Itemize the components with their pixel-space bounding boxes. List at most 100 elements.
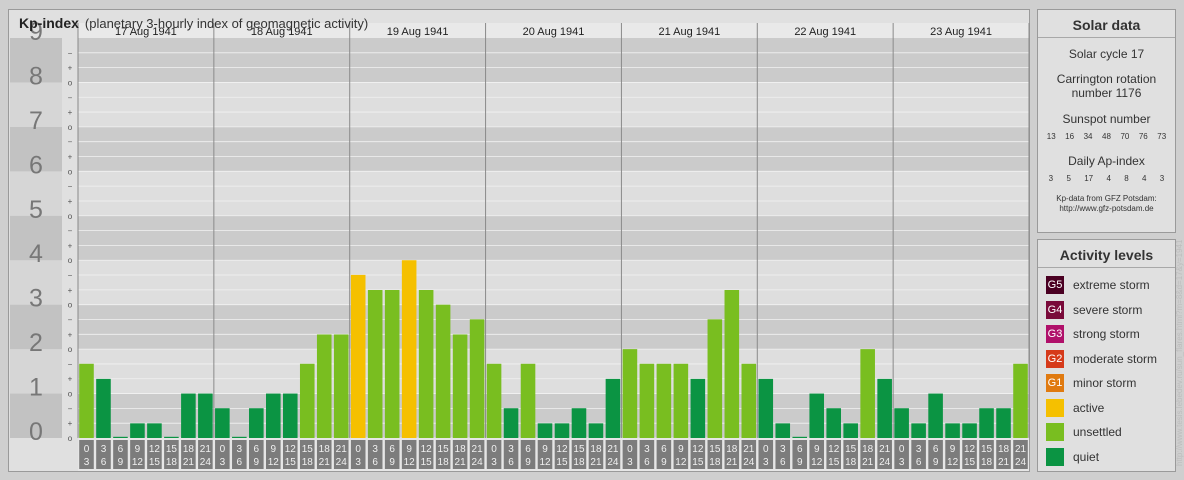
- interval-start-label: 21: [743, 444, 755, 455]
- interval-start-label: 6: [254, 444, 260, 455]
- day-label: 22 Aug 1941: [794, 26, 856, 38]
- kp-chart: 0123456789o+−o+−o+−o+−o+−o+−o+−o+−o+−17 …: [10, 18, 1030, 471]
- interval-start-label: 15: [573, 444, 585, 455]
- interval-start-label: 21: [607, 444, 619, 455]
- activity-levels-title: Activity levels: [1038, 240, 1175, 268]
- kp-bar: [911, 423, 926, 438]
- kp-bar: [605, 378, 621, 438]
- kp-bar: [215, 408, 230, 438]
- interval-start-label: 21: [472, 444, 484, 455]
- interval-end-label: 15: [692, 457, 704, 468]
- interval-end-label: 3: [220, 457, 226, 468]
- activity-swatch: [1046, 447, 1064, 466]
- y-minor-tick-label: o: [68, 301, 73, 310]
- interval-end-label: 9: [797, 457, 803, 468]
- interval-end-label: 6: [508, 457, 514, 468]
- interval-end-label: 18: [166, 457, 178, 468]
- interval-end-label: 3: [84, 457, 90, 468]
- interval-start-label: 12: [556, 444, 568, 455]
- chart-subtitle: (planetary 3-hourly index of geomagnetic…: [84, 16, 369, 31]
- activity-label: minor storm: [1073, 376, 1137, 391]
- kp-bar: [792, 436, 808, 438]
- y-minor-tick-label: −: [68, 182, 73, 191]
- sunspot-value: 16: [1065, 132, 1075, 141]
- kp-bar: [639, 363, 655, 438]
- activity-level-extreme-storm: G5 extreme storm: [1038, 273, 1175, 298]
- kp-bar: [503, 408, 519, 438]
- kp-chart-panel: 0 1 2 3 4 5 6 7 8 9 o + − o + − o + − o + − o + − o + − o + − o + − o + −17 …: [8, 9, 1030, 472]
- activity-level-moderate-storm: G2 moderate storm: [1038, 347, 1175, 372]
- interval-start-label: 12: [285, 444, 297, 455]
- interval-start-label: 9: [678, 444, 684, 455]
- kp-bar: [282, 393, 298, 438]
- kp-bar: [384, 290, 400, 438]
- y-minor-tick-label: +: [68, 419, 73, 428]
- interval-end-label: 9: [525, 457, 531, 468]
- kp-bar: [622, 349, 638, 438]
- interval-end-label: 6: [644, 457, 650, 468]
- interval-start-label: 18: [590, 444, 602, 455]
- interval-start-label: 12: [692, 444, 704, 455]
- interval-start-label: 15: [438, 444, 450, 455]
- kp-bar: [367, 290, 383, 438]
- y-tick-label: 6: [29, 151, 43, 179]
- y-minor-tick-label: −: [68, 315, 73, 324]
- interval-end-label: 18: [438, 457, 450, 468]
- kp-bar: [707, 319, 723, 438]
- interval-start-label: 3: [372, 444, 378, 455]
- kp-bar: [877, 378, 892, 438]
- activity-swatch: [1046, 423, 1064, 442]
- kp-bar: [147, 423, 162, 438]
- interval-end-label: 18: [845, 457, 857, 468]
- day-label: 20 Aug 1941: [523, 26, 585, 38]
- y-band: [78, 126, 1029, 172]
- interval-start-label: 9: [814, 444, 820, 455]
- kp-bar: [299, 363, 315, 438]
- ap-index-value: 3: [1159, 174, 1165, 183]
- interval-end-label: 12: [404, 457, 416, 468]
- y-tick-label: 1: [29, 374, 43, 402]
- interval-end-label: 24: [879, 457, 891, 468]
- kp-bar: [826, 408, 841, 438]
- interval-end-label: 24: [472, 457, 484, 468]
- kp-bar: [401, 260, 417, 438]
- kp-bar: [962, 423, 977, 438]
- interval-end-label: 18: [981, 457, 993, 468]
- interval-end-label: 18: [709, 457, 721, 468]
- activity-levels-list: G5 extreme storm G4 severe storm G3 strong st…: [1038, 273, 1175, 469]
- interval-start-label: 0: [220, 444, 226, 455]
- y-minor-tick-label: +: [68, 108, 73, 117]
- kp-bar: [979, 408, 994, 438]
- activity-label: severe storm: [1073, 302, 1143, 317]
- interval-end-label: 3: [899, 457, 905, 468]
- kp-bar: [945, 423, 960, 438]
- interval-start-label: 3: [101, 444, 107, 455]
- interval-start-label: 0: [84, 444, 90, 455]
- solar-cycle: Solar cycle 17: [1068, 47, 1145, 61]
- interval-start-label: 21: [879, 444, 891, 455]
- interval-end-label: 21: [183, 457, 195, 468]
- interval-start-label: 6: [389, 444, 395, 455]
- kp-bar: [860, 349, 875, 438]
- kp-bar: [350, 274, 366, 438]
- interval-start-label: 0: [627, 444, 633, 455]
- chart-title: Kp-index (planetary 3-hourly index of geo…: [19, 15, 368, 31]
- y-tick-label: 5: [29, 196, 43, 224]
- activity-label: unsettled: [1073, 425, 1122, 440]
- interval-start-label: 15: [845, 444, 857, 455]
- kp-bar: [249, 408, 264, 438]
- kp-bar: [486, 363, 502, 438]
- interval-end-label: 12: [947, 457, 959, 468]
- y-minor-tick-label: o: [68, 256, 73, 265]
- y-minor-tick-label: o: [68, 434, 73, 443]
- activity-level-unsettled: unsettled: [1038, 420, 1175, 445]
- y-minor-tick-label: o: [68, 345, 73, 354]
- interval-start-label: 3: [916, 444, 922, 455]
- y-minor-tick-label: +: [68, 197, 73, 206]
- sunspot-value: 48: [1102, 132, 1111, 141]
- y-minor-tick-label: −: [68, 138, 73, 147]
- interval-start-label: 12: [828, 444, 840, 455]
- kp-bar: [164, 436, 179, 438]
- kp-bar: [79, 363, 94, 438]
- kp-bar: [130, 423, 145, 438]
